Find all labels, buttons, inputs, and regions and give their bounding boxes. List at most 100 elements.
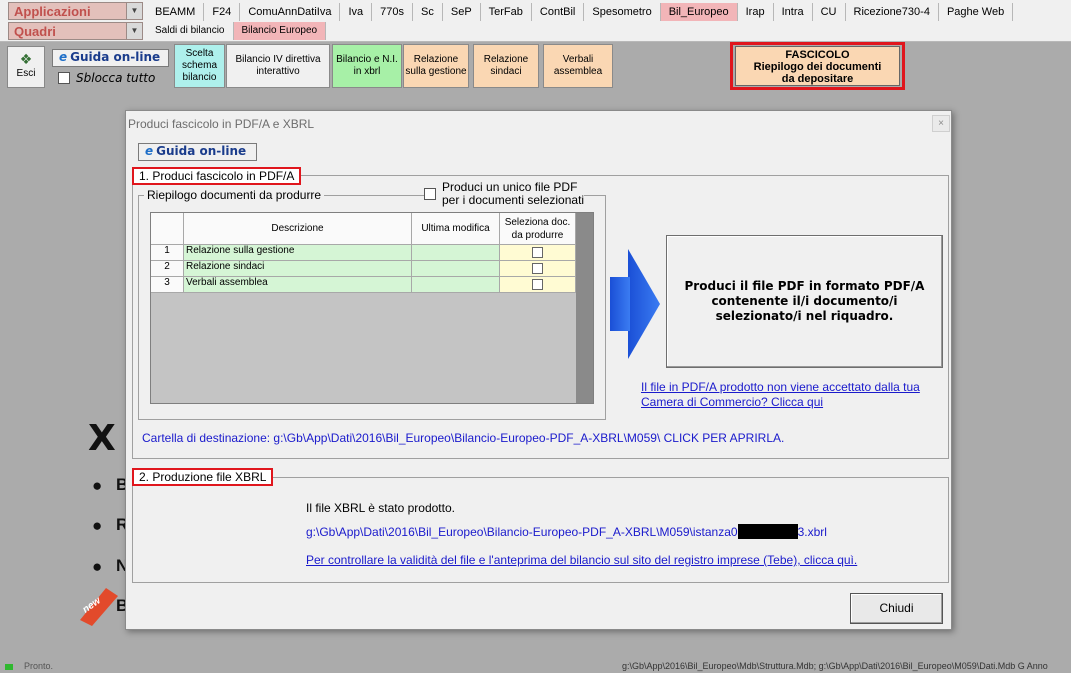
row-descrizione[interactable]: Verbali assemblea <box>184 277 412 293</box>
verbali-assemblea-button[interactable]: Verbali assemblea <box>543 44 613 88</box>
xbrl-status-message: Il file XBRL è stato prodotto. <box>306 501 455 515</box>
xbrl-path-suffix: 3.xbrl <box>797 525 827 539</box>
tab-bilancio-europeo[interactable]: Bilancio Europeo <box>233 22 327 40</box>
fascicolo-line3: da depositare <box>781 73 854 85</box>
column-header-ultima-modifica: Ultima modifica <box>412 213 500 245</box>
tab-spesometro[interactable]: Spesometro <box>584 3 661 21</box>
applicazioni-combo[interactable]: Applicazioni ▼ <box>8 2 143 20</box>
bilancio-ni-button[interactable]: Bilancio e N.I. in xbrl <box>332 44 402 88</box>
status-bar: Pronto. g:\Gb\App\2016\Bil_Europeo\Mdb\S… <box>0 661 1071 673</box>
ie-icon: e <box>145 144 154 158</box>
bilancio-iv-button[interactable]: Bilancio IV direttiva interattivo <box>226 44 330 88</box>
background-bullet: ● <box>92 516 103 535</box>
quadri-combo[interactable]: Quadri ▼ <box>8 22 143 40</box>
produci-fascicolo-dialog: Produci fascicolo in PDF/A e XBRL × e Gui… <box>125 110 952 630</box>
verbali-label: Verbali assemblea <box>553 54 603 77</box>
tab-770s[interactable]: 770s <box>372 3 414 21</box>
row-descrizione[interactable]: Relazione sindaci <box>184 261 412 277</box>
produci-line3: selezionato/i nel riquadro. <box>715 309 894 323</box>
background-bullet: ● <box>92 557 103 576</box>
relazione-sindaci-label: Relazione sindaci <box>483 54 529 77</box>
scelta-schema-button[interactable]: Scelta schema bilancio <box>174 44 225 88</box>
dialog-guida-button[interactable]: e Guida on-line <box>138 143 257 161</box>
tab-sc[interactable]: Sc <box>413 3 443 21</box>
produci-pdf-button[interactable]: Produci il file PDF in formato PDF/A con… <box>666 235 943 368</box>
seleziona-header-line1: Seleziona doc. <box>504 217 571 228</box>
esci-button[interactable]: ❖ Esci <box>7 46 45 88</box>
status-indicator-icon <box>5 664 13 670</box>
unico-pdf-checkbox[interactable]: Produci un unico file PDF per i document… <box>424 181 585 207</box>
module-tabs: BEAMM F24 ComuAnnDatiIva Iva 770s Sc SeP… <box>147 3 1014 21</box>
tebe-validation-link[interactable]: Per controllare la validità del file e l… <box>306 553 857 567</box>
status-text: Pronto. <box>24 661 54 671</box>
esci-label: Esci <box>16 68 36 79</box>
tab-terfab[interactable]: TerFab <box>481 3 532 21</box>
checkbox-icon[interactable] <box>58 72 70 84</box>
produci-line2: contenente il/i documento/i <box>711 294 898 308</box>
guida-label: Guida on-line <box>70 50 161 64</box>
fascicolo-line1: FASCICOLO <box>785 49 850 61</box>
tab-sep[interactable]: SeP <box>443 3 481 21</box>
quadri-combo-text: Quadri <box>14 24 56 39</box>
grid-scrollbar[interactable] <box>576 213 593 403</box>
xbrl-file-path-link[interactable]: g:\Gb\App\Dati\2016\Bil_Europeo\Bilancio… <box>306 524 827 539</box>
tab-intra[interactable]: Intra <box>774 3 813 21</box>
guida-online-button[interactable]: e Guida on-line <box>52 49 169 67</box>
redacted-block <box>737 524 798 539</box>
sub-tabs: Saldi di bilancio Bilancio Europeo <box>147 22 327 40</box>
documenti-grid: Descrizione Ultima modifica Seleziona do… <box>150 212 594 404</box>
tab-f24[interactable]: F24 <box>204 3 241 21</box>
row-seleziona-cell[interactable] <box>500 245 576 261</box>
row-ultima-modifica <box>412 245 500 261</box>
tab-irap[interactable]: Irap <box>738 3 774 21</box>
tab-cu[interactable]: CU <box>813 3 846 21</box>
sblocca-label: Sblocca tutto <box>76 71 156 85</box>
bilancio-ni-label: Bilancio e N.I. in xbrl <box>336 54 398 77</box>
grid-corner <box>151 213 184 245</box>
top-menu-bar: Applicazioni ▼ Quadri ▼ BEAMM F24 ComuAn… <box>0 0 1071 42</box>
fascicolo-line2: Riepilogo dei documenti <box>753 61 882 73</box>
relazione-sindaci-button[interactable]: Relazione sindaci <box>473 44 539 88</box>
riepilogo-label: Riepilogo documenti da produrre <box>144 188 325 202</box>
seleziona-header-line2: da produrre <box>511 230 564 241</box>
row-number: 3 <box>151 277 184 293</box>
background-bullet: ● <box>92 476 103 495</box>
produci-line1: Produci il file PDF in formato PDF/A <box>684 279 925 293</box>
tab-beamm[interactable]: BEAMM <box>147 3 205 21</box>
camera-commercio-link[interactable]: Il file in PDF/A prodotto non viene acce… <box>641 380 920 410</box>
tab-paghe-web[interactable]: Paghe Web <box>939 3 1014 21</box>
tab-saldi-bilancio[interactable]: Saldi di bilancio <box>147 22 234 40</box>
chevron-down-icon[interactable]: ▼ <box>126 23 142 39</box>
checkbox-icon[interactable] <box>532 279 543 290</box>
checkbox-icon[interactable] <box>424 188 436 200</box>
section1-label: 1. Produci fascicolo in PDF/A <box>132 167 302 185</box>
camera-line1: Il file in PDF/A prodotto non viene acce… <box>641 380 920 394</box>
xbrl-path-prefix: g:\Gb\App\Dati\2016\Bil_Europeo\Bilancio… <box>306 525 738 539</box>
exit-icon: ❖ <box>19 51 33 67</box>
applicazioni-combo-text: Applicazioni <box>14 4 91 19</box>
row-descrizione[interactable]: Relazione sulla gestione <box>184 245 412 261</box>
background-logo: X <box>88 418 116 459</box>
unico-line2: per i documenti selezionati <box>442 193 585 207</box>
checkbox-icon[interactable] <box>532 247 543 258</box>
dialog-title: Produci fascicolo in PDF/A e XBRL <box>128 117 315 131</box>
row-seleziona-cell[interactable] <box>500 277 576 293</box>
row-ultima-modifica <box>412 277 500 293</box>
cartella-destinazione-link[interactable]: Cartella di destinazione: g:\Gb\App\Dati… <box>142 431 784 445</box>
sblocca-tutto-checkbox[interactable]: Sblocca tutto <box>58 71 155 85</box>
tab-comuanndatiiva[interactable]: ComuAnnDatiIva <box>240 3 341 21</box>
section2-label: 2. Produzione file XBRL <box>132 468 274 486</box>
row-ultima-modifica <box>412 261 500 277</box>
status-db-paths: g:\Gb\App\2016\Bil_Europeo\Mdb\Struttura… <box>622 661 1048 671</box>
close-icon[interactable]: × <box>932 115 950 132</box>
chevron-down-icon[interactable]: ▼ <box>126 3 142 19</box>
fascicolo-button[interactable]: FASCICOLO Riepilogo dei documenti da dep… <box>735 46 900 86</box>
tab-ricezione730[interactable]: Ricezione730-4 <box>846 3 939 21</box>
checkbox-icon[interactable] <box>532 263 543 274</box>
tab-contbil[interactable]: ContBil <box>532 3 585 21</box>
tab-iva[interactable]: Iva <box>340 3 373 21</box>
relazione-gestione-button[interactable]: Relazione sulla gestione <box>403 44 469 88</box>
tab-bil-europeo[interactable]: Bil_Europeo <box>660 3 738 21</box>
row-seleziona-cell[interactable] <box>500 261 576 277</box>
chiudi-button[interactable]: Chiudi <box>850 593 943 624</box>
